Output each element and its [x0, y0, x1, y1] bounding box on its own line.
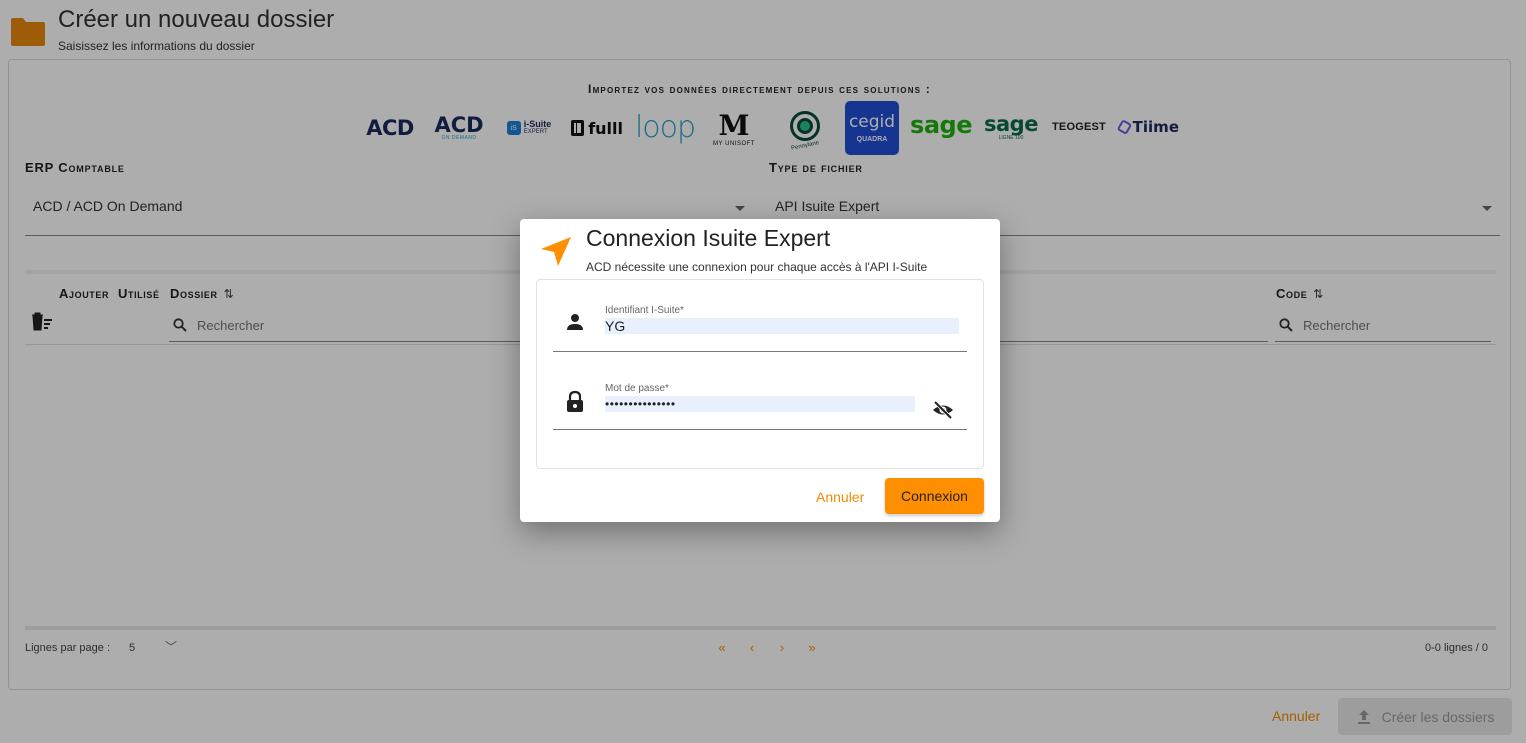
password-field[interactable]: Mot de passe*: [553, 356, 967, 430]
lock-icon: [567, 390, 583, 412]
username-input[interactable]: [605, 318, 959, 334]
password-input[interactable]: [605, 396, 915, 412]
dialog-title: Connexion Isuite Expert: [586, 225, 831, 251]
credentials-panel: Identifiant I-Suite* Mot de passe*: [536, 279, 984, 469]
connexion-button[interactable]: Connexion: [885, 478, 984, 514]
username-field[interactable]: Identifiant I-Suite*: [553, 278, 967, 352]
dialog-cancel-button[interactable]: Annuler: [816, 489, 864, 505]
dialog-subtitle: ACD nécessite une connexion pour chaque …: [586, 260, 928, 274]
username-label: Identifiant I-Suite*: [605, 305, 684, 316]
navigation-arrow-icon: [541, 237, 571, 266]
connexion-dialog: Connexion Isuite Expert ACD nécessite un…: [520, 219, 1000, 522]
person-icon: [567, 314, 583, 330]
password-label: Mot de passe*: [605, 383, 669, 394]
eye-off-icon[interactable]: [931, 398, 955, 422]
